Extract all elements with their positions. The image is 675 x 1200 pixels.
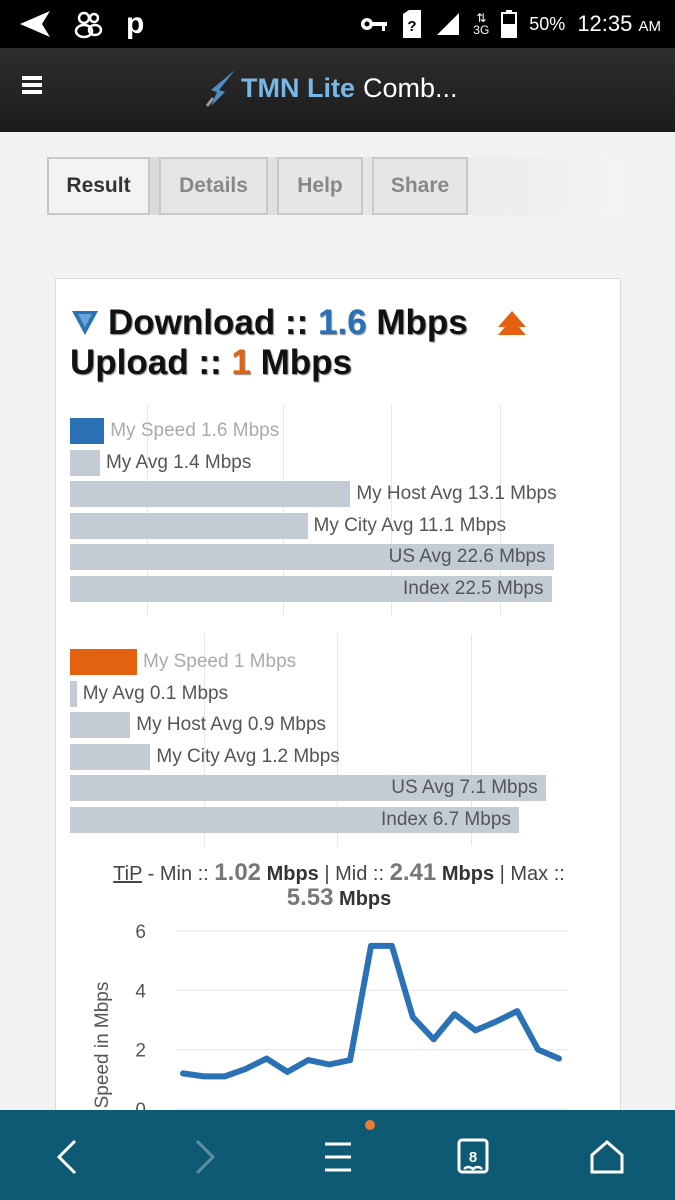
signal-icon (437, 13, 460, 35)
comparison-bar-row: My Speed 1 Mbps (70, 649, 590, 675)
menu-icon[interactable] (313, 1132, 363, 1182)
comparison-bar-row: Index 6.7 Mbps (70, 806, 590, 833)
upload-unit: Mbps (260, 343, 352, 382)
comparison-bar-label: My Speed 1 Mbps (143, 651, 297, 672)
result-card: Download :: 1.6 Mbps Upload :: 1 Mbps My… (55, 278, 622, 1119)
upload-value: 1 (231, 343, 251, 382)
rocket-logo-icon (205, 70, 235, 107)
download-unit: Mbps (376, 303, 468, 342)
comparison-bar (70, 449, 100, 476)
comparison-bar-label: My City Avg 11.1 Mbps (313, 514, 507, 536)
comparison-bar-label: Index 6.7 Mbps (380, 808, 511, 830)
comparison-bar-row: US Avg 7.1 Mbps (70, 775, 590, 801)
tip-mid: 2.41 (389, 859, 437, 886)
comparison-bar-label: My Avg 0.1 Mbps (82, 682, 229, 704)
tip-unit: Mbps (441, 863, 495, 885)
app-notification-icon: p (126, 7, 145, 40)
comparison-bar-row: My Host Avg 0.9 Mbps (70, 712, 590, 738)
comparison-bar-row: My City Avg 1.2 Mbps (70, 743, 590, 770)
unknown-sim-icon: ? (403, 10, 422, 38)
comparison-bar (70, 712, 131, 738)
y-tick-label: 2 (135, 1041, 146, 1062)
comparison-bar (70, 680, 77, 707)
tip-summary: TiP - Min :: 1.02 Mbps | Mid :: 2.41 Mbp… (56, 861, 622, 911)
download-arrow-icon (72, 311, 98, 335)
tab-count: 8 (469, 1149, 477, 1166)
y-tick-label: 4 (135, 981, 146, 1002)
svg-text:?: ? (408, 18, 417, 35)
comparison-bar-label: My Host Avg 13.1 Mbps (356, 483, 557, 504)
y-axis-label: Speed in Mbps (92, 982, 113, 1109)
comparison-bar (70, 512, 308, 539)
home-icon[interactable] (582, 1132, 632, 1182)
battery-percent: 50% (529, 13, 566, 34)
network-label: 3G (473, 23, 490, 37)
comparison-bar-label: My Speed 1.6 Mbps (110, 420, 280, 441)
tip-label: TiP (113, 863, 143, 885)
comparison-bar-row: My Avg 1.4 Mbps (70, 449, 590, 476)
tip-min-label: - Min :: (142, 863, 215, 885)
download-label: Download :: (108, 303, 309, 342)
tab-details[interactable]: Details (159, 157, 268, 215)
app-title-text: Comb... (363, 72, 458, 103)
upload-summary: Upload :: 1 Mbps (70, 343, 352, 383)
comparison-bar-row: My City Avg 11.1 Mbps (70, 512, 590, 539)
tab-help[interactable]: Help (277, 157, 363, 215)
battery-icon (501, 10, 518, 38)
key-icon (361, 18, 388, 31)
comparison-bar (70, 418, 105, 444)
app-title: TMN Lite Comb... (205, 68, 458, 108)
app-bar: TMN Lite Comb... (0, 48, 675, 132)
comparison-bar-label: US Avg 7.1 Mbps (391, 777, 538, 798)
forward-icon[interactable] (180, 1132, 230, 1182)
hamburger-menu-icon[interactable] (22, 76, 42, 94)
tip-unit: Mbps (339, 888, 392, 910)
comparison-bar-row: My Speed 1.6 Mbps (70, 418, 590, 444)
send-icon (20, 11, 50, 37)
comparison-bar-label: US Avg 22.6 Mbps (388, 546, 546, 567)
speed-line-chart: 0246Speed in Mbps (92, 922, 568, 1119)
comparison-bar-row: My Avg 0.1 Mbps (70, 680, 590, 707)
upload-arrow-icon (497, 311, 526, 335)
tip-min: 1.02 (214, 859, 262, 886)
people-icon (74, 11, 103, 39)
tip-mid-label: | Mid :: (318, 863, 390, 885)
clock-time: 12:35 (577, 11, 633, 36)
back-icon[interactable] (42, 1132, 92, 1182)
comparison-bar-row: US Avg 22.6 Mbps (70, 544, 590, 570)
clock-ampm: AM (638, 18, 662, 35)
comparison-bar-label: My Avg 1.4 Mbps (105, 451, 252, 473)
bottom-nav-bar: 8 (0, 1110, 675, 1200)
speed-series-line (180, 942, 562, 1080)
comparison-bar (70, 743, 151, 770)
y-tick-label: 6 (135, 922, 146, 943)
comparison-bar-row: Index 22.5 Mbps (70, 575, 590, 602)
tip-unit: Mbps (266, 863, 319, 885)
tip-max: 5.53 (286, 884, 334, 911)
tabs-icon[interactable]: 8 (448, 1132, 498, 1182)
comparison-bar (70, 649, 137, 675)
comparison-bar (70, 481, 351, 507)
tab-bar: Result Details Help Share (47, 157, 628, 215)
comparison-bar-label: Index 22.5 Mbps (403, 577, 544, 599)
tab-share[interactable]: Share (372, 157, 468, 215)
upload-comparison-bars: My Speed 1 Mbps My Avg 0.1 Mbps My Host Av… (70, 649, 590, 838)
network-type: ⇅ 3G (473, 11, 490, 37)
comparison-bar-label: My Host Avg 0.9 Mbps (136, 714, 327, 735)
download-value: 1.6 (317, 303, 367, 342)
comparison-bar-label: My City Avg 1.2 Mbps (156, 745, 340, 767)
notification-dot (365, 1120, 375, 1130)
download-summary: Download :: 1.6 Mbps (70, 303, 528, 343)
tab-result[interactable]: Result (47, 157, 150, 215)
comparison-bar-row: My Host Avg 13.1 Mbps (70, 481, 590, 507)
download-comparison-bars: My Speed 1.6 Mbps My Avg 1.4 Mbps My Host … (70, 418, 590, 607)
app-brand: TMN Lite (241, 72, 355, 103)
clock: 12:35 AM (577, 11, 661, 37)
upload-label: Upload :: (70, 343, 222, 382)
tip-max-label: | Max :: (494, 863, 565, 885)
status-bar: p ? ⇅ 3G 50% 12:35 AM (0, 0, 675, 48)
